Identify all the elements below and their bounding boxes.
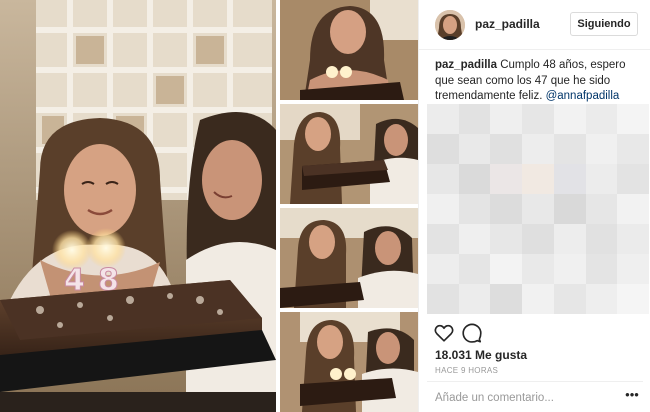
divider [427, 381, 643, 382]
post-panel: paz_padilla Siguiendo paz_padilla Cumplo… [418, 0, 650, 412]
following-button[interactable]: Siguiendo [570, 12, 638, 36]
main-photo: 4 8 [0, 0, 276, 412]
side-photo-4 [280, 312, 418, 412]
comment-icon[interactable] [461, 322, 483, 344]
avatar[interactable] [435, 10, 465, 40]
action-bar [419, 318, 650, 348]
post-header: paz_padilla Siguiendo [419, 0, 650, 50]
side-photo-1 [280, 0, 418, 100]
post-caption: paz_padilla Cumplo 48 años, espero que s… [435, 58, 645, 105]
comment-input[interactable] [435, 390, 615, 406]
photo-collage[interactable]: 4 8 [0, 0, 418, 412]
side-photo-2 [280, 104, 418, 204]
post-timestamp: HACE 9 HORAS [435, 366, 499, 375]
candle-digit-4: 4 [64, 263, 85, 298]
more-options-icon[interactable]: ••• [624, 388, 640, 404]
caption-mention[interactable]: @annafpadilla [546, 90, 620, 102]
likes-count[interactable]: 18.031 Me gusta [435, 348, 527, 362]
pixelated-comments [427, 104, 649, 314]
side-photo-3 [280, 208, 418, 308]
caption-username[interactable]: paz_padilla [435, 59, 497, 71]
heart-icon[interactable] [433, 322, 455, 344]
username[interactable]: paz_padilla [475, 17, 540, 31]
